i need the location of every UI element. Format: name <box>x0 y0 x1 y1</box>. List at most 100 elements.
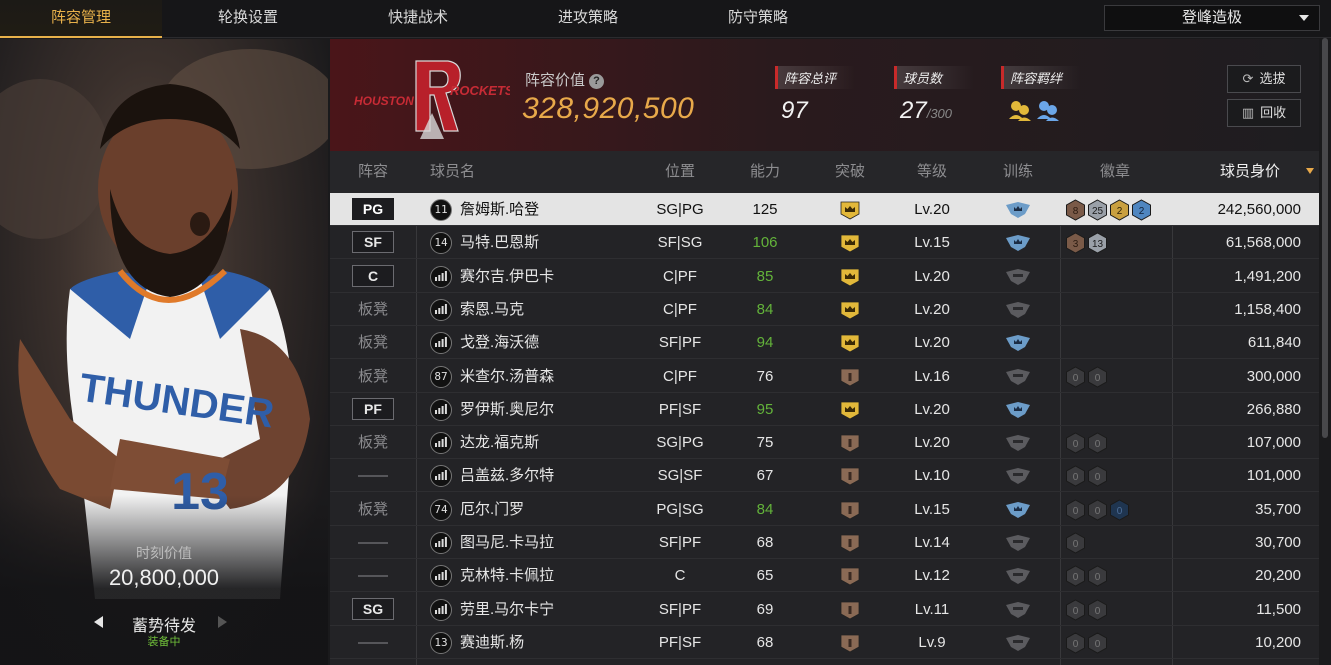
lineup-slot[interactable]: —— <box>330 559 416 592</box>
table-row[interactable]: 板凳 索恩.马克 C|PF 84 Lv.20 1,158,400 <box>330 293 1319 326</box>
col-level[interactable]: 等级 <box>892 151 972 193</box>
col-value[interactable]: 球员身价 <box>1220 151 1316 193</box>
hex-badge-icon[interactable]: 0 <box>1087 565 1108 587</box>
table-row[interactable]: C 赛尔吉.伊巴卡 C|PF 85 Lv.20 1,491,200 <box>330 260 1319 293</box>
hex-badge-icon[interactable]: 0 <box>1065 632 1086 654</box>
rank-badge-icon[interactable] <box>810 626 890 659</box>
lineup-slot[interactable]: SG <box>330 593 416 626</box>
hex-badge-icon[interactable]: 0 <box>1065 499 1086 521</box>
next-skill-arrow-icon[interactable] <box>218 616 227 628</box>
training-active-icon[interactable] <box>978 226 1058 259</box>
table-scrollbar[interactable] <box>1322 38 1328 438</box>
training-inactive-icon[interactable] <box>978 626 1058 659</box>
table-row[interactable]: SG 劳里.马尔卡宁 SF|PF 69 Lv.11 0 0 11,500 <box>330 593 1319 626</box>
bond-gold-icon[interactable] <box>1009 101 1031 121</box>
hex-badge-icon[interactable]: 0 <box>1065 599 1086 621</box>
rank-badge-icon[interactable] <box>810 459 890 492</box>
training-inactive-icon[interactable] <box>978 526 1058 559</box>
training-inactive-icon[interactable] <box>978 293 1058 326</box>
rank-badge-icon[interactable] <box>810 526 890 559</box>
lineup-slot[interactable]: 板凳 <box>330 426 416 459</box>
tab-quick-tactics[interactable]: 快捷战术 <box>342 0 494 38</box>
rank-badge-icon[interactable] <box>810 426 890 459</box>
recycle-button[interactable]: ▥ 回收 <box>1227 99 1301 127</box>
tab-defense-strategy[interactable]: 防守策略 <box>682 0 834 38</box>
lineup-slot[interactable]: 板凳 <box>330 293 416 326</box>
col-position[interactable]: 位置 <box>640 151 720 193</box>
table-row[interactable]: —— 吕盖兹.多尔特 SG|SF 67 Lv.10 0 0 101,000 <box>330 459 1319 493</box>
hex-badge-icon[interactable]: 0 <box>1065 565 1086 587</box>
lineup-slot[interactable]: —— <box>330 459 416 492</box>
table-row[interactable]: SF 14 马特.巴恩斯 SF|SG 106 Lv.15 3 13 61,568,000 <box>330 226 1319 260</box>
crown-badge-icon[interactable] <box>810 260 890 293</box>
table-row[interactable]: 板凳 74 厄尔.门罗 PG|SG 84 Lv.15 0 0 0 35,700 <box>330 493 1319 526</box>
draft-button[interactable]: ⟳ 选拔 <box>1227 65 1301 93</box>
crown-badge-icon[interactable] <box>810 226 890 259</box>
player-card[interactable]: THUNDER 13 时刻价值 20,800,000 蓄势待发 装备中 <box>0 39 328 665</box>
lineup-slot[interactable]: 板凳 <box>330 360 416 393</box>
bond-blue-icon[interactable] <box>1037 101 1059 121</box>
table-row[interactable]: 板凳 戈登.海沃德 SF|PF 94 Lv.20 611,840 <box>330 326 1319 360</box>
lineup-slot[interactable]: 板凳 <box>330 326 416 359</box>
hex-badge-icon[interactable]: 2 <box>1131 199 1152 221</box>
table-row[interactable]: PG 11 詹姆斯.哈登 SG|PG 125 Lv.20 8 25 2 2 242,560,000 <box>330 193 1319 226</box>
tab-lineup-management[interactable]: 阵容管理 <box>0 0 162 38</box>
help-icon[interactable]: ? <box>589 74 605 89</box>
hex-badge-icon[interactable]: 0 <box>1065 365 1086 388</box>
crown-badge-icon[interactable] <box>810 193 890 226</box>
hex-badge-icon[interactable]: 0 <box>1087 432 1108 454</box>
difficulty-dropdown[interactable]: 登峰造极 <box>1104 5 1320 31</box>
table-row[interactable]: 板凳 87 米查尔.汤普森 C|PF 76 Lv.16 0 0 300,000 <box>330 360 1319 393</box>
training-inactive-icon[interactable] <box>978 426 1058 459</box>
lineup-slot[interactable]: —— <box>330 526 416 559</box>
training-active-icon[interactable] <box>978 326 1058 359</box>
table-row[interactable]: PF 罗伊斯.奥尼尔 PF|SF 95 Lv.20 266,880 <box>330 393 1319 426</box>
rank-badge-icon[interactable] <box>810 360 890 393</box>
training-active-icon[interactable] <box>978 393 1058 426</box>
table-row[interactable]: 板凳 达龙.福克斯 SG|PG 75 Lv.20 0 0 107,000 <box>330 426 1319 460</box>
lineup-slot[interactable]: PG <box>330 193 416 226</box>
col-badges[interactable]: 徽章 <box>1060 151 1170 193</box>
hex-badge-icon[interactable]: 2 <box>1109 199 1130 221</box>
hex-badge-icon[interactable]: 0 <box>1065 465 1086 487</box>
lineup-slot[interactable]: SF <box>330 226 416 259</box>
crown-badge-icon[interactable] <box>810 393 890 426</box>
training-inactive-icon[interactable] <box>978 459 1058 492</box>
hex-badge-icon[interactable]: 0 <box>1065 432 1086 454</box>
hex-badge-icon[interactable]: 25 <box>1087 199 1108 221</box>
training-active-icon[interactable] <box>978 493 1058 526</box>
rank-badge-icon[interactable] <box>810 493 890 526</box>
tab-offense-strategy[interactable]: 进攻策略 <box>512 0 664 38</box>
crown-badge-icon[interactable] <box>810 326 890 359</box>
hex-badge-icon[interactable]: 0 <box>1087 499 1108 521</box>
hex-badge-icon[interactable]: 3 <box>1065 232 1086 254</box>
col-ability[interactable]: 能力 <box>725 151 805 193</box>
lineup-slot[interactable]: 板凳 <box>330 493 416 526</box>
rank-badge-icon[interactable] <box>810 559 890 592</box>
lineup-slot[interactable]: C <box>330 260 416 293</box>
col-lineup[interactable]: 阵容 <box>330 151 416 193</box>
lineup-slot[interactable]: PF <box>330 393 416 426</box>
hex-badge-icon[interactable]: 13 <box>1087 232 1108 254</box>
training-inactive-icon[interactable] <box>978 360 1058 393</box>
table-row[interactable]: —— 图马尼.卡马拉 SF|PF 68 Lv.14 0 30,700 <box>330 526 1319 559</box>
lineup-slot[interactable]: —— <box>330 626 416 659</box>
hex-badge-icon[interactable]: 0 <box>1087 632 1108 654</box>
training-inactive-icon[interactable] <box>978 559 1058 592</box>
col-training[interactable]: 训练 <box>978 151 1058 193</box>
hex-badge-icon[interactable]: 0 <box>1087 465 1108 487</box>
hex-badge-icon[interactable]: 0 <box>1087 365 1108 388</box>
hex-badge-icon[interactable]: 0 <box>1065 532 1086 554</box>
training-inactive-icon[interactable] <box>978 593 1058 626</box>
crown-badge-icon[interactable] <box>810 293 890 326</box>
tab-rotation-settings[interactable]: 轮换设置 <box>172 0 324 38</box>
hex-badge-icon[interactable]: 0 <box>1109 499 1130 521</box>
col-name[interactable]: 球员名 <box>430 151 490 193</box>
hex-badge-icon[interactable]: 0 <box>1087 599 1108 621</box>
table-row[interactable]: —— 13 赛迪斯.杨 PF|SF 68 Lv.9 0 0 10,200 <box>330 626 1319 659</box>
hex-badge-icon[interactable]: 8 <box>1065 199 1086 221</box>
col-breakthrough[interactable]: 突破 <box>810 151 890 193</box>
bond-icons[interactable] <box>1007 97 1081 128</box>
training-inactive-icon[interactable] <box>978 260 1058 293</box>
table-row[interactable]: —— 克林特.卡佩拉 C 65 Lv.12 0 0 20,200 <box>330 559 1319 593</box>
